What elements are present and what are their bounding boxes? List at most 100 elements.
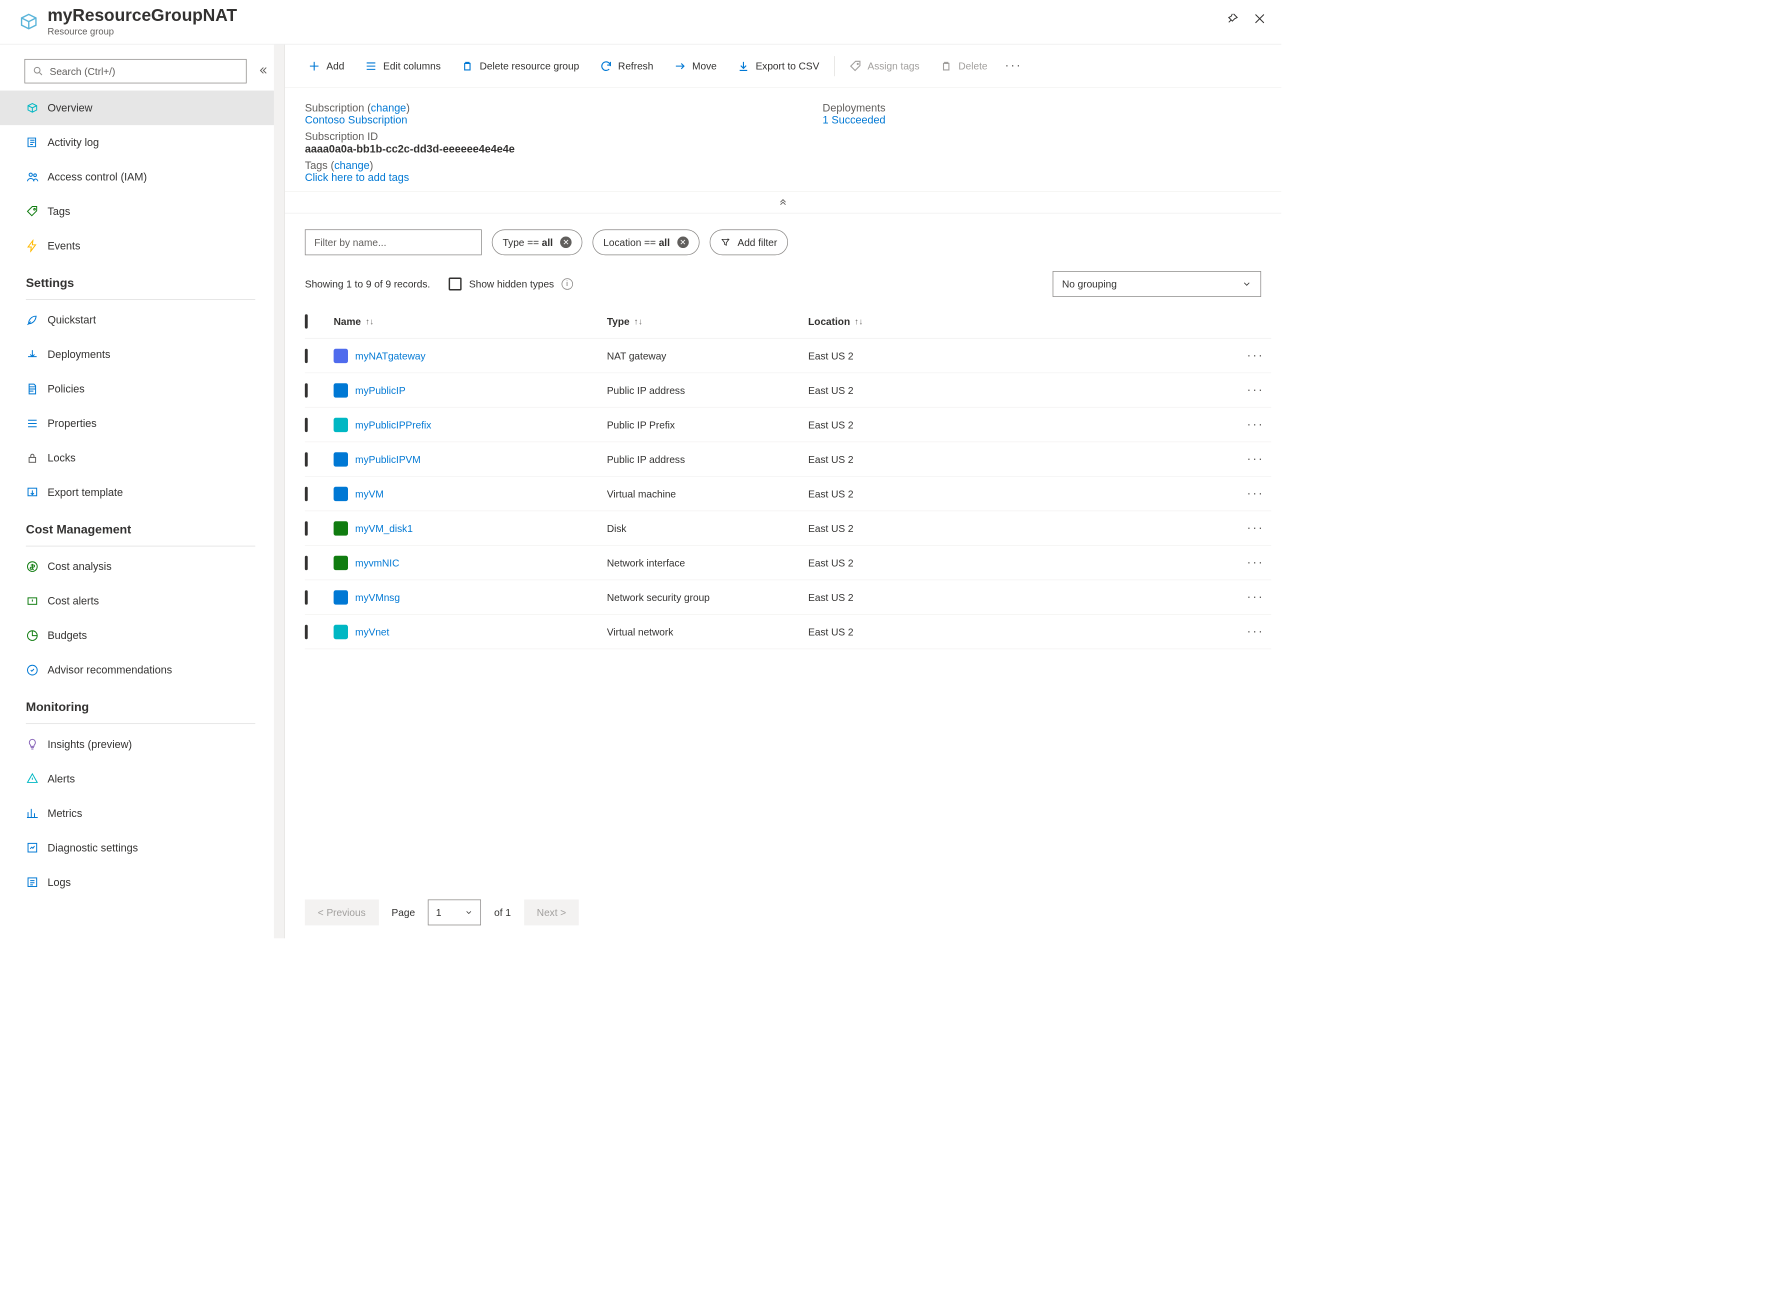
resource-link[interactable]: myvmNIC — [355, 557, 399, 569]
page-select[interactable]: 1 — [428, 899, 481, 925]
resource-link[interactable]: myVM — [355, 488, 384, 500]
sidebar-item-label: Deployments — [47, 348, 110, 360]
sidebar-item-diag[interactable]: Diagnostic settings — [0, 830, 281, 865]
row-checkbox[interactable] — [305, 624, 308, 638]
next-page-button[interactable]: Next > — [524, 899, 579, 925]
sidebar-item-insights[interactable]: Insights (preview) — [0, 727, 281, 762]
sidebar-item-metrics[interactable]: Metrics — [0, 796, 281, 831]
sidebar-item-deployments[interactable]: Deployments — [0, 337, 281, 372]
tags-change-link[interactable]: change — [334, 160, 369, 172]
table-row: myNATgateway NAT gateway East US 2 ··· — [305, 339, 1271, 374]
collapse-essentials-button[interactable] — [285, 191, 1282, 213]
resource-link[interactable]: myPublicIPVM — [355, 453, 420, 465]
grouping-dropdown[interactable]: No grouping — [1053, 271, 1262, 297]
row-checkbox[interactable] — [305, 383, 308, 397]
delete-button[interactable]: Delete — [930, 50, 998, 82]
sidebar-item-advisor-rec[interactable]: Advisor recommendations — [0, 653, 281, 688]
sidebar-item-logs[interactable]: Logs — [0, 865, 281, 900]
resource-type-cell: Public IP address — [607, 384, 808, 396]
sidebar-item-events[interactable]: Events — [0, 229, 281, 264]
select-all-checkbox[interactable] — [305, 314, 308, 328]
type-filter-pill[interactable]: Type == all ✕ — [492, 229, 583, 255]
row-more-button[interactable]: ··· — [1240, 590, 1272, 605]
resource-type-cell: Public IP address — [607, 453, 808, 465]
row-checkbox[interactable] — [305, 486, 308, 500]
more-commands-button[interactable]: ··· — [998, 50, 1030, 82]
sidebar-item-export[interactable]: Export template — [0, 475, 281, 510]
resource-link[interactable]: myVMnsg — [355, 591, 400, 603]
filter-by-name-input[interactable]: Filter by name... — [305, 229, 482, 255]
sidebar-item-iam[interactable]: Access control (IAM) — [0, 160, 281, 195]
subscription-change-link[interactable]: change — [371, 102, 406, 114]
sidebar-item-alerts[interactable]: Alerts — [0, 761, 281, 796]
previous-page-button[interactable]: < Previous — [305, 899, 379, 925]
col-type-header[interactable]: Type↑↓ — [607, 315, 808, 327]
resource-link[interactable]: myPublicIPPrefix — [355, 419, 431, 431]
sidebar-item-label: Events — [47, 240, 80, 252]
sidebar-item-label: Advisor recommendations — [47, 664, 172, 676]
sidebar-item-cost-alerts[interactable]: Cost alerts — [0, 584, 281, 619]
close-icon[interactable] — [1251, 10, 1268, 27]
assign-tags-button[interactable]: Assign tags — [839, 50, 930, 82]
row-checkbox[interactable] — [305, 521, 308, 535]
col-location-header[interactable]: Location↑↓ — [808, 315, 1239, 327]
move-button[interactable]: Move — [663, 50, 726, 82]
deployments-link[interactable]: 1 Succeeded — [823, 114, 1262, 126]
clear-location-filter-icon[interactable]: ✕ — [677, 237, 689, 249]
row-more-button[interactable]: ··· — [1240, 555, 1272, 570]
resource-link[interactable]: myNATgateway — [355, 350, 425, 362]
sidebar-item-quickstart[interactable]: Quickstart — [0, 303, 281, 338]
row-checkbox[interactable] — [305, 348, 308, 362]
pin-icon[interactable] — [1224, 10, 1241, 27]
row-more-button[interactable]: ··· — [1240, 417, 1272, 432]
col-name-header[interactable]: Name↑↓ — [334, 315, 607, 327]
sidebar-item-overview[interactable]: Overview — [0, 91, 281, 126]
add-filter-button[interactable]: Add filter — [709, 229, 788, 255]
collapse-sidebar-icon[interactable] — [257, 64, 269, 78]
resource-location-cell: East US 2 — [808, 591, 1239, 603]
row-checkbox[interactable] — [305, 452, 308, 466]
sidebar-scrollbar[interactable] — [274, 45, 284, 939]
sidebar-item-activity[interactable]: Activity log — [0, 125, 281, 160]
sidebar-item-cost-analysis[interactable]: Cost analysis — [0, 549, 281, 584]
add-tags-link[interactable]: Click here to add tags — [305, 172, 808, 184]
row-more-button[interactable]: ··· — [1240, 486, 1272, 501]
info-icon[interactable]: i — [561, 278, 573, 290]
sidebar-item-properties[interactable]: Properties — [0, 406, 281, 441]
add-button[interactable]: Add — [298, 50, 355, 82]
diag-icon — [26, 841, 39, 854]
row-more-button[interactable]: ··· — [1240, 624, 1272, 639]
export-csv-button[interactable]: Export to CSV — [727, 50, 830, 82]
refresh-button[interactable]: Refresh — [589, 50, 663, 82]
resource-link[interactable]: myVM_disk1 — [355, 522, 413, 534]
people-icon — [26, 170, 39, 183]
page-subtitle: Resource group — [47, 26, 237, 37]
divider — [26, 723, 255, 724]
clear-type-filter-icon[interactable]: ✕ — [560, 237, 572, 249]
row-more-button[interactable]: ··· — [1240, 348, 1272, 363]
sidebar-item-tags[interactable]: Tags — [0, 194, 281, 229]
edit-columns-button[interactable]: Edit columns — [354, 50, 450, 82]
columns-icon — [364, 59, 377, 72]
delete-rg-button[interactable]: Delete resource group — [451, 50, 589, 82]
row-more-button[interactable]: ··· — [1240, 452, 1272, 467]
resource-location-cell: East US 2 — [808, 488, 1239, 500]
show-hidden-checkbox[interactable] — [449, 278, 462, 291]
sidebar-item-locks[interactable]: Locks — [0, 441, 281, 476]
resource-link[interactable]: myPublicIP — [355, 384, 405, 396]
row-checkbox[interactable] — [305, 555, 308, 569]
row-more-button[interactable]: ··· — [1240, 383, 1272, 398]
resource-type-cell: NAT gateway — [607, 350, 808, 362]
resource-link[interactable]: myVnet — [355, 626, 389, 638]
subscription-link[interactable]: Contoso Subscription — [305, 114, 808, 126]
sort-icon: ↑↓ — [634, 316, 643, 326]
row-checkbox[interactable] — [305, 590, 308, 604]
row-checkbox[interactable] — [305, 417, 308, 431]
resource-location-cell: East US 2 — [808, 557, 1239, 569]
resource-type-cell: Public IP Prefix — [607, 419, 808, 431]
location-filter-pill[interactable]: Location == all ✕ — [593, 229, 700, 255]
sidebar-item-policies[interactable]: Policies — [0, 372, 281, 407]
sidebar-item-budgets[interactable]: Budgets — [0, 618, 281, 653]
row-more-button[interactable]: ··· — [1240, 521, 1272, 536]
sidebar-search-input[interactable]: Search (Ctrl+/) — [24, 59, 246, 83]
